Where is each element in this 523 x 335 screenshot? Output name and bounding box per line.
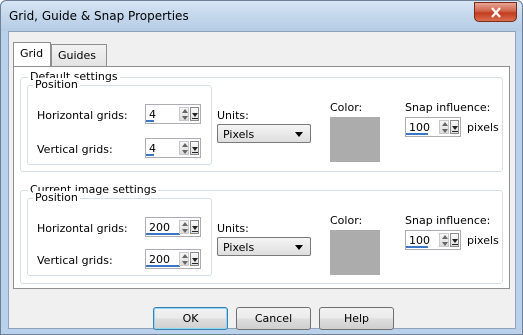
current-image-settings-group: Current image settings Position Horizont… — [20, 183, 503, 284]
close-icon — [490, 6, 501, 18]
chevron-down-icon — [295, 132, 303, 137]
default-horizontal-spinner[interactable]: 4 — [145, 104, 201, 124]
current-color-label: Color: — [330, 214, 363, 227]
current-units-label: Units: — [217, 222, 249, 235]
default-snap-unit: pixels — [467, 121, 499, 134]
ok-button[interactable]: OK — [153, 307, 228, 330]
title-bar[interactable]: Grid, Guide & Snap Properties — [1, 1, 522, 31]
current-units-value: Pixels — [223, 241, 255, 254]
default-horizontal-arrows[interactable] — [179, 107, 189, 121]
current-vertical-arrows[interactable] — [179, 252, 189, 266]
default-snap-label: Snap influence: — [405, 101, 491, 114]
current-horizontal-drop-icon[interactable] — [190, 220, 199, 234]
default-color-swatch[interactable] — [330, 117, 380, 162]
default-horizontal-label: Horizontal grids: — [37, 109, 128, 122]
current-vertical-label: Vertical grids: — [37, 254, 113, 267]
default-settings-group: Default settings Position Horizontal gri… — [20, 70, 503, 172]
default-snap-indicator — [406, 133, 428, 135]
current-horizontal-label: Horizontal grids: — [37, 222, 128, 235]
current-snap-unit: pixels — [467, 234, 499, 247]
default-snap-arrows[interactable] — [439, 120, 449, 134]
tab-grid[interactable]: Grid — [13, 42, 51, 66]
current-snap-spinner[interactable]: 100 — [405, 230, 461, 250]
current-snap-label: Snap influence: — [405, 214, 491, 227]
help-button[interactable]: Help — [319, 307, 394, 330]
spin-down-icon — [442, 129, 448, 133]
cancel-button[interactable]: Cancel — [236, 307, 311, 330]
current-units-select[interactable]: Pixels — [217, 237, 311, 256]
default-units-value: Pixels — [223, 128, 255, 141]
default-snap-spinner[interactable]: 100 — [405, 117, 461, 137]
spin-up-icon — [182, 109, 188, 113]
spin-up-icon — [182, 254, 188, 258]
spin-up-icon — [182, 143, 188, 147]
default-horizontal-indicator — [146, 120, 154, 122]
default-position-legend: Position — [33, 78, 80, 91]
spin-down-icon — [182, 150, 188, 154]
current-color-swatch[interactable] — [330, 230, 380, 275]
current-position-legend: Position — [33, 191, 80, 204]
dialog-client-area: Grid Guides Default settings Position Ho… — [8, 31, 516, 330]
current-snap-indicator — [406, 246, 428, 248]
spin-down-icon — [182, 116, 188, 120]
current-vertical-spinner[interactable]: 200 — [145, 249, 201, 269]
spin-up-icon — [442, 235, 448, 239]
tab-guides[interactable]: Guides — [51, 44, 107, 66]
window-title: Grid, Guide & Snap Properties — [9, 9, 189, 23]
close-button[interactable] — [474, 2, 517, 22]
current-horizontal-spinner[interactable]: 200 — [145, 217, 201, 237]
spin-up-icon — [442, 122, 448, 126]
spin-up-icon — [182, 222, 188, 226]
default-vertical-indicator — [146, 154, 154, 156]
spin-down-icon — [182, 261, 188, 265]
current-snap-drop-icon[interactable] — [450, 233, 459, 247]
current-snap-arrows[interactable] — [439, 233, 449, 247]
default-horizontal-drop-icon[interactable] — [190, 107, 199, 121]
current-horizontal-arrows[interactable] — [179, 220, 189, 234]
chevron-down-icon — [295, 245, 303, 250]
default-vertical-drop-icon[interactable] — [190, 141, 199, 155]
default-color-label: Color: — [330, 101, 363, 114]
spin-down-icon — [442, 242, 448, 246]
current-horizontal-indicator — [146, 233, 180, 235]
grid-tab-panel: Default settings Position Horizontal gri… — [13, 66, 510, 289]
current-vertical-drop-icon[interactable] — [190, 252, 199, 266]
default-vertical-label: Vertical grids: — [37, 143, 113, 156]
spin-down-icon — [182, 229, 188, 233]
default-snap-drop-icon[interactable] — [450, 120, 459, 134]
default-units-label: Units: — [217, 109, 249, 122]
default-units-select[interactable]: Pixels — [217, 124, 311, 143]
dialog-window: Grid, Guide & Snap Properties Grid Guide… — [0, 0, 523, 335]
default-vertical-spinner[interactable]: 4 — [145, 138, 201, 158]
current-vertical-indicator — [146, 265, 180, 267]
default-vertical-arrows[interactable] — [179, 141, 189, 155]
